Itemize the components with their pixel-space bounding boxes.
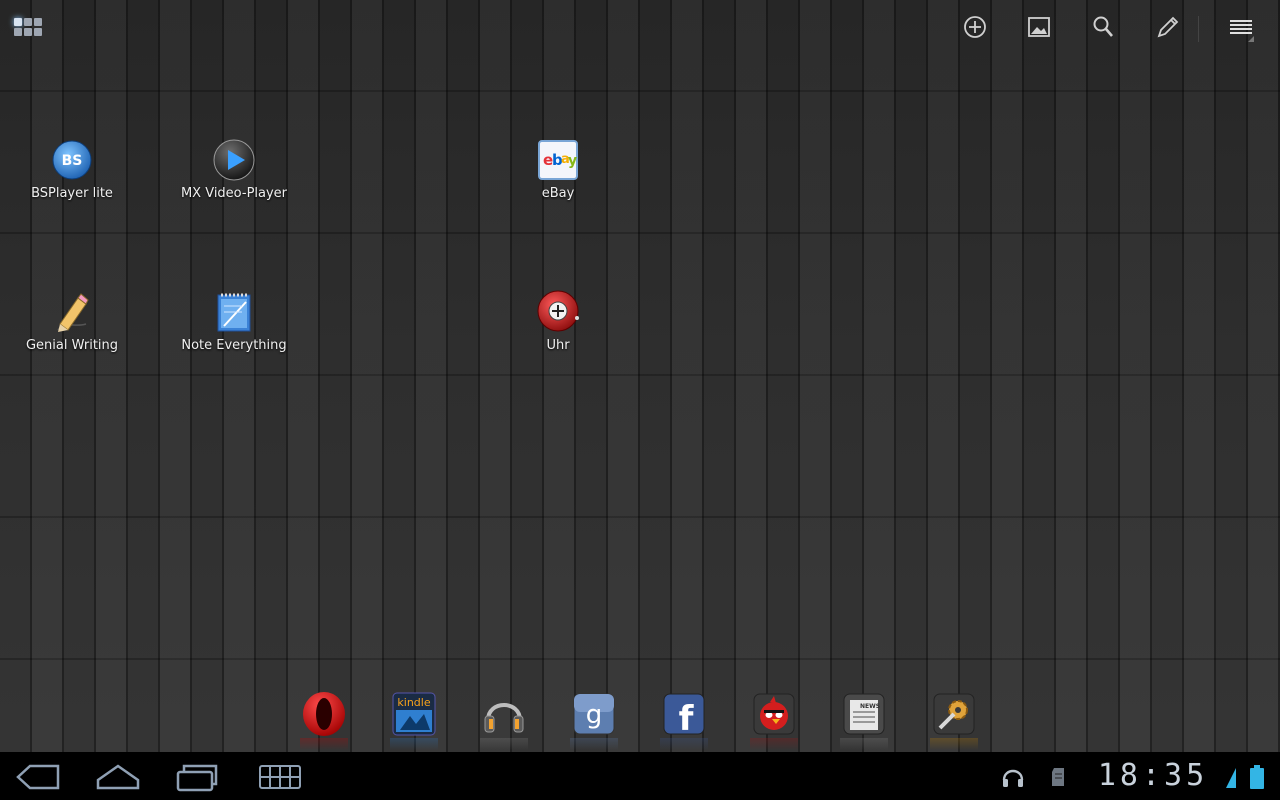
back-icon xyxy=(16,764,60,790)
dock-angry-birds[interactable] xyxy=(750,690,798,738)
dock-music[interactable] xyxy=(480,690,528,738)
dock-reflection xyxy=(480,738,528,750)
shortcut-label: Genial Writing xyxy=(25,338,119,353)
shortcut-label: Note Everything xyxy=(181,338,287,353)
dock-reflection xyxy=(840,738,888,750)
opera-icon xyxy=(303,692,345,736)
dock-kindle[interactable]: kindle xyxy=(390,690,438,738)
headphones-icon xyxy=(1002,769,1024,787)
shortcut-label: MX Video-Player xyxy=(180,186,288,201)
dock-facebook[interactable]: f xyxy=(660,690,708,739)
apps-grid-icon xyxy=(14,18,22,26)
shortcut-label: BSPlayer lite xyxy=(31,186,113,201)
dock-reflection xyxy=(750,738,798,750)
dock-news[interactable]: NEWS xyxy=(840,690,888,738)
shortcut-label: Uhr xyxy=(546,338,570,353)
battery-icon xyxy=(1250,765,1264,789)
newspaper-icon: NEWS xyxy=(843,693,885,735)
home-screen: BS BSPlayer lite MX Video-Player e b a y… xyxy=(0,0,1280,800)
wallpaper-button[interactable] xyxy=(1024,12,1054,42)
menu-button[interactable] xyxy=(1226,12,1256,42)
dock-opera[interactable] xyxy=(300,690,348,738)
shortcut-label: eBay xyxy=(541,186,575,201)
back-button[interactable] xyxy=(8,760,68,794)
dock-settings[interactable] xyxy=(930,690,978,738)
shortcut-note-everything[interactable]: Note Everything xyxy=(164,290,304,370)
svg-text:y: y xyxy=(568,153,577,169)
shortcut-uhr[interactable]: Uhr xyxy=(488,290,628,370)
facebook-letter: f xyxy=(679,699,695,738)
search-button[interactable] xyxy=(1088,12,1118,42)
kindle-icon: kindle xyxy=(392,692,436,736)
headphones-icon xyxy=(484,703,524,733)
wifi-signal-icon xyxy=(1226,768,1236,788)
notepad-icon xyxy=(217,293,251,332)
ebay-icon: e b a y xyxy=(538,140,578,180)
kindle-text: kindle xyxy=(397,696,430,709)
plus-circle-icon xyxy=(964,16,986,38)
news-text: NEWS xyxy=(860,703,880,710)
google-icon: g xyxy=(573,693,615,735)
grid-menu-icon xyxy=(259,765,301,789)
facebook-icon: f xyxy=(663,693,705,739)
action-bar xyxy=(0,0,1280,56)
angry-bird-icon xyxy=(753,693,795,735)
image-icon xyxy=(1028,17,1050,37)
dock-reflection xyxy=(390,738,438,750)
dock-reflection xyxy=(570,738,618,750)
gear-icon xyxy=(933,693,975,735)
clock: 18:35 xyxy=(1097,758,1209,793)
svg-text:BS: BS xyxy=(62,153,83,169)
dock-reflection xyxy=(930,738,978,750)
home-icon xyxy=(96,764,140,790)
recent-apps-icon xyxy=(176,764,218,792)
add-widget-button[interactable] xyxy=(960,12,990,42)
keyboard-button[interactable] xyxy=(250,760,310,794)
bsplayer-icon: BS xyxy=(52,140,92,180)
edit-button[interactable] xyxy=(1152,12,1182,42)
home-button[interactable] xyxy=(88,760,148,794)
search-icon xyxy=(1093,16,1113,37)
play-icon xyxy=(213,139,255,181)
dock-google[interactable]: g xyxy=(570,690,618,738)
shortcut-mx-video-player[interactable]: MX Video-Player xyxy=(164,138,304,218)
dock-reflection xyxy=(660,738,708,750)
recent-apps-button[interactable] xyxy=(168,760,228,794)
sd-card-icon xyxy=(1052,768,1064,786)
dock-reflection xyxy=(300,738,348,750)
all-apps-button[interactable] xyxy=(10,12,46,42)
pencil-icon xyxy=(1157,16,1179,38)
google-letter: g xyxy=(586,700,603,730)
clock-icon xyxy=(537,290,579,332)
shortcut-ebay[interactable]: e b a y eBay xyxy=(488,138,628,218)
pencil-icon xyxy=(57,293,89,332)
shortcut-bsplayer[interactable]: BS BSPlayer lite xyxy=(2,138,142,218)
menu-icon xyxy=(1230,20,1254,42)
divider xyxy=(1198,16,1199,42)
shortcut-genial-writing[interactable]: Genial Writing xyxy=(2,290,142,370)
